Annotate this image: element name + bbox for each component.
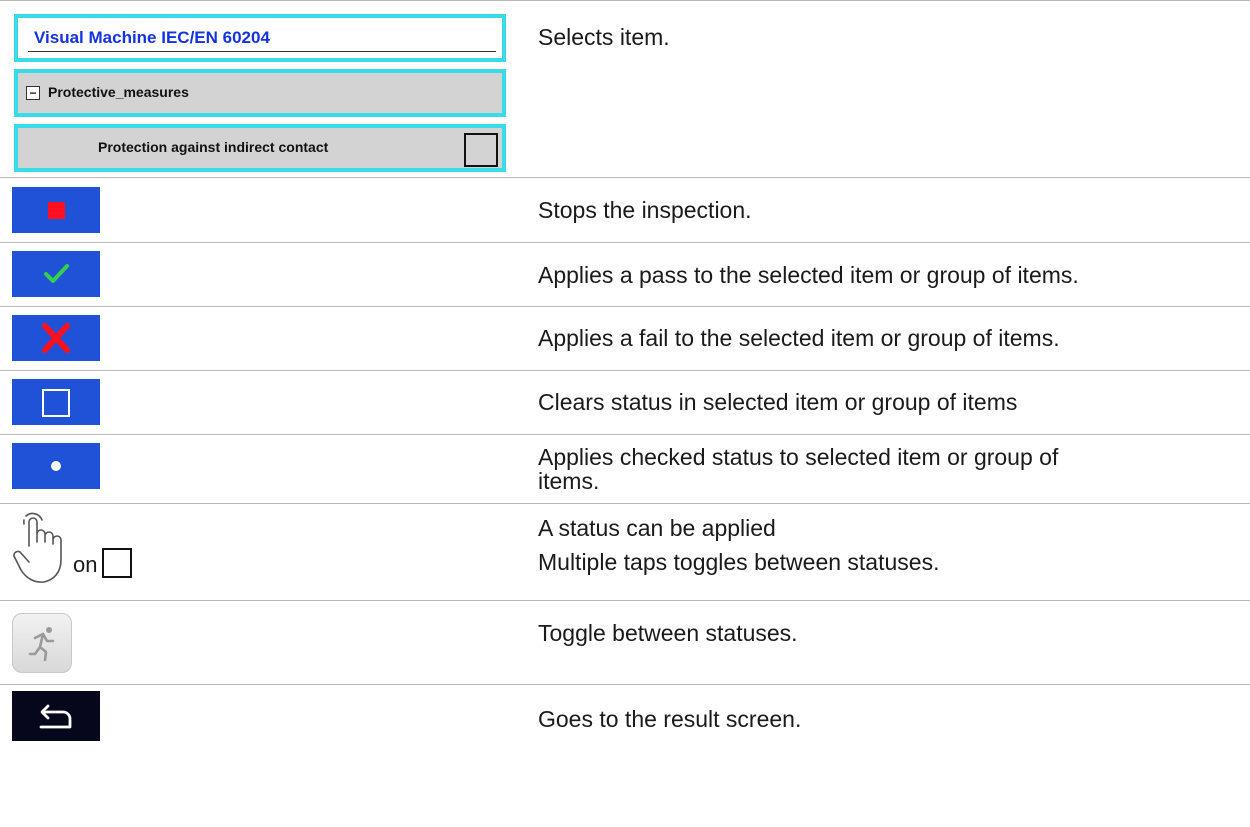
title-item-label: Visual Machine IEC/EN 60204 xyxy=(34,28,270,47)
row-pass: Applies a pass to the selected item or g… xyxy=(0,243,1250,306)
row-back: Goes to the result screen. xyxy=(0,685,1250,755)
checked-description-line1: Applies checked status to selected item … xyxy=(538,444,1059,470)
checked-button[interactable] xyxy=(12,443,100,489)
fail-description: Applies a fail to the selected item or g… xyxy=(538,325,1060,351)
inspection-item-label: Protection against indirect contact xyxy=(98,139,329,155)
empty-square-icon xyxy=(42,389,70,417)
empty-checkbox-icon xyxy=(102,548,132,578)
back-arrow-icon xyxy=(39,704,72,729)
tap-hand-icon xyxy=(13,512,62,583)
fail-button[interactable] xyxy=(12,315,100,361)
title-underline xyxy=(28,51,496,52)
title-item[interactable]: Visual Machine IEC/EN 60204 xyxy=(14,14,506,62)
toggle-button[interactable] xyxy=(12,613,72,673)
pass-description: Applies a pass to the selected item or g… xyxy=(538,262,1079,288)
row-stop: Stops the inspection. xyxy=(0,178,1250,242)
toggle-description: Toggle between statuses. xyxy=(538,620,798,646)
on-label: on xyxy=(73,552,98,577)
tap-description-line2: Multiple taps toggles between statuses. xyxy=(538,549,940,575)
clear-button[interactable] xyxy=(12,379,100,425)
group-item[interactable]: − Protective_measures xyxy=(14,69,506,117)
group-item-label: Protective_measures xyxy=(48,84,189,100)
inspection-item[interactable]: Protection against indirect contact xyxy=(14,124,506,172)
checked-description-line2: items. xyxy=(538,468,600,494)
row-checked: Applies checked status to selected item … xyxy=(0,435,1250,503)
row-clear: Clears status in selected item or group … xyxy=(0,371,1250,434)
cross-icon xyxy=(42,323,70,353)
stop-description: Stops the inspection. xyxy=(538,197,752,223)
collapse-icon[interactable]: − xyxy=(26,86,40,100)
row-toggle: Toggle between statuses. xyxy=(0,601,1250,684)
back-button[interactable] xyxy=(12,691,100,741)
back-description: Goes to the result screen. xyxy=(538,706,802,732)
stop-button[interactable] xyxy=(12,187,100,233)
select-description: Selects item. xyxy=(538,24,670,50)
row-fail: Applies a fail to the selected item or g… xyxy=(0,307,1250,370)
tap-description-line1: A status can be applied xyxy=(538,515,776,541)
check-icon xyxy=(44,264,69,283)
dot-icon xyxy=(51,461,61,471)
row-tap: on A status can be applied Multiple taps… xyxy=(0,504,1250,600)
stop-icon xyxy=(48,202,65,219)
pass-button[interactable] xyxy=(12,251,100,297)
clear-description: Clears status in selected item or group … xyxy=(538,389,1018,415)
status-checkbox[interactable] xyxy=(464,133,498,167)
row-select: Visual Machine IEC/EN 60204 − Protective… xyxy=(0,0,1250,177)
run-icon xyxy=(28,627,55,662)
